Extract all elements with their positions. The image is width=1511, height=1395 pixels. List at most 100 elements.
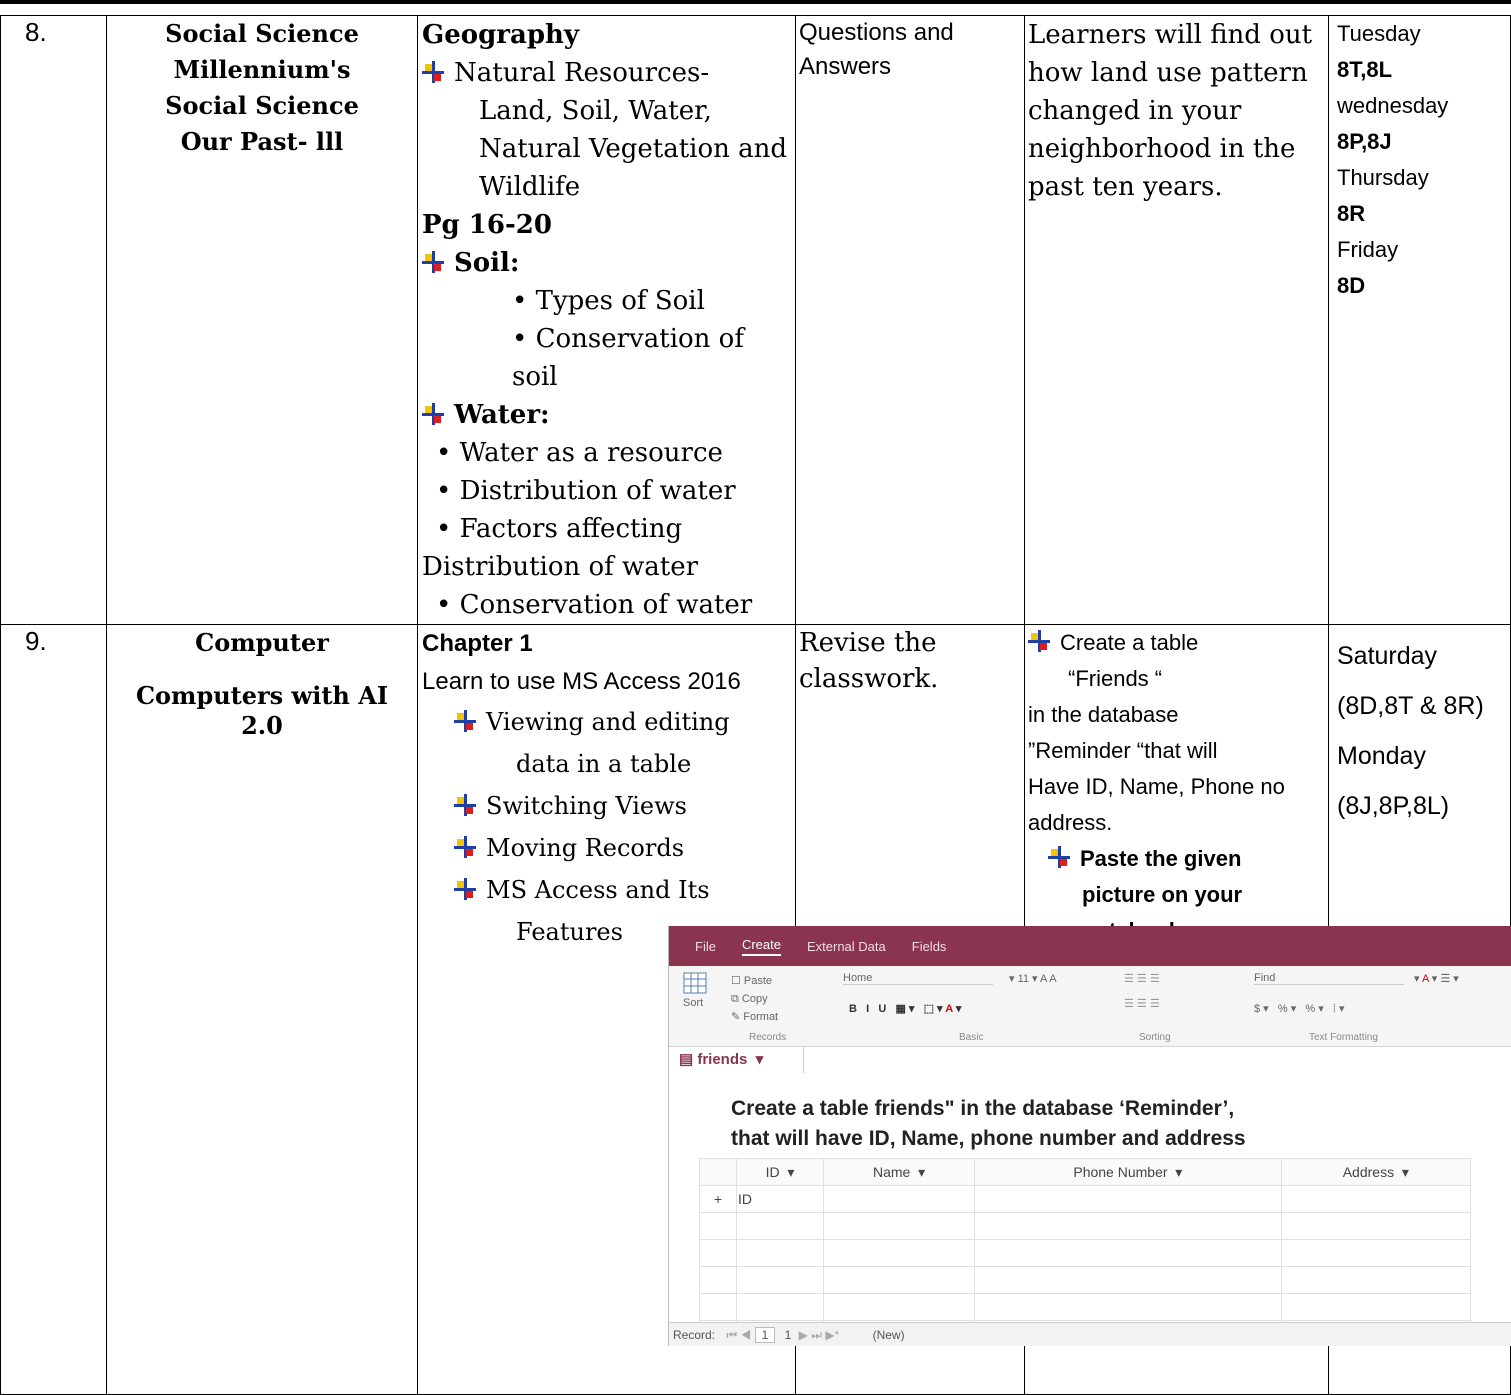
tab-external-data: External Data — [806, 938, 886, 954]
subject-line: Computers with AI — [135, 681, 389, 710]
homework-line: in the database — [1028, 702, 1179, 727]
table-row — [699, 1266, 1472, 1294]
subject-line: Computer — [195, 628, 329, 657]
classwork-cell: Questions and Answers — [795, 15, 1025, 625]
subject-line: Our Past- lll — [180, 127, 344, 156]
section-list: (8D,8T & 8R) — [1337, 692, 1484, 720]
sort-label: Sort — [683, 997, 704, 1009]
table-row — [699, 1212, 1472, 1240]
ribbon-tabs: File Create External Data Fields — [669, 926, 1511, 966]
table-header-row: ID ▾ Name ▾ Phone Number ▾ Address ▾ — [699, 1158, 1472, 1186]
arrow-bullet-icon — [1048, 846, 1070, 868]
list-item: • Conservation of water — [436, 590, 753, 620]
record-label: Record: — [673, 1328, 716, 1342]
days-cell: Tuesday 8T,8L wednesday 8P,8J Thursday 8… — [1328, 15, 1511, 625]
arrow-bullet-icon — [422, 251, 444, 273]
list-item: • Distribution of water — [436, 476, 736, 506]
homework-cell: Learners will find out how land use patt… — [1024, 15, 1329, 625]
table-row — [699, 1293, 1472, 1321]
topic-item: Natural Resources- — [422, 54, 795, 92]
table-cell: ID — [735, 1185, 825, 1213]
arrow-bullet-icon — [454, 794, 476, 816]
homework-line: picture on your — [1082, 882, 1243, 907]
arrow-bullet-icon — [454, 878, 476, 900]
topic-heading: Chapter 1 — [422, 630, 533, 657]
subject-line: 2.0 — [241, 711, 283, 740]
record-navigator: Record: ⏮ ◀ 1 1 ▶ ⏭ ▶* (New) — [669, 1322, 1511, 1346]
group-label: Records — [749, 1032, 787, 1043]
number-format-buttons: $ ▾ % ▾ % ▾ ⁞ ▾ — [1254, 1003, 1345, 1015]
section-list: 8P,8J — [1337, 129, 1392, 154]
table-row — [699, 1239, 1472, 1267]
homework-line: Create a table — [1028, 625, 1328, 661]
topic-item-continued: Wildlife — [479, 172, 581, 202]
access-datasheet: ID ▾ Name ▾ Phone Number ▾ Address ▾ + I… — [699, 1158, 1472, 1346]
column-header: Phone Number ▾ — [974, 1158, 1282, 1186]
section-list: 8T,8L — [1337, 57, 1393, 82]
list-item-continued: Distribution of water — [422, 552, 699, 582]
paste-item: ☐ Paste — [731, 975, 773, 987]
record-total: 1 — [784, 1328, 792, 1342]
nav-arrows-forward: ▶ ⏭ ▶* — [798, 1328, 840, 1342]
column-header: Name ▾ — [823, 1158, 976, 1186]
group-label: Basic — [959, 1032, 984, 1043]
homework-line: neighborhood in the — [1028, 134, 1296, 164]
day-label: Tuesday — [1337, 21, 1421, 46]
section-list: 8D — [1337, 273, 1366, 298]
new-record-label: (New) — [872, 1328, 905, 1342]
table-row-8: 8. Social Science Millennium's Social Sc… — [0, 15, 1511, 625]
subject-line: Social Science — [165, 91, 359, 120]
homework-line: past ten years. — [1028, 172, 1223, 202]
homework-line: “Friends “ — [1068, 666, 1163, 691]
list-item: • Types of Soil — [512, 286, 705, 316]
top-border — [0, 0, 1511, 4]
row-selector-header — [699, 1158, 737, 1186]
homework-line: how land use pattern — [1028, 58, 1308, 88]
day-label: Thursday — [1337, 165, 1429, 190]
topic-subheading: Soil: — [422, 244, 795, 282]
row-number: 8. — [0, 15, 107, 625]
classwork-line: Questions and — [799, 19, 954, 46]
subject-line: Social Science — [165, 19, 359, 48]
font-color-control: ▾ A ▾ ☰ ▾ — [1414, 973, 1459, 985]
records-group: ☐ Paste ⧉ Copy ✎ Format — [731, 972, 778, 1026]
access-screenshot-image: File Create External Data Fields Sort ☐ … — [668, 926, 1511, 1346]
topic-item-continued: data in a table — [516, 750, 692, 778]
homework-line: address. — [1028, 810, 1113, 835]
homework-line: Have ID, Name, Phone no — [1028, 774, 1285, 799]
table-cell — [974, 1185, 1282, 1213]
nav-arrows: ⏮ ◀ — [726, 1328, 752, 1342]
font-name-box: Home — [843, 972, 993, 985]
group-label: Text Formatting — [1309, 1032, 1378, 1043]
align-buttons: ☰ ☰ ☰ ☰ ☰ ☰ — [1124, 973, 1160, 1010]
arrow-bullet-icon — [422, 403, 444, 425]
format-buttons: B I U ▦ ▾ ⬚ ▾ A ▾ — [849, 1003, 962, 1015]
topic-line: Learn to use MS Access 2016 — [422, 668, 741, 695]
subject-cell: Social Science Millennium's Social Scien… — [106, 15, 418, 625]
subject-line: Millennium's — [173, 55, 351, 84]
topic-heading: Geography — [422, 20, 580, 50]
homework-line: changed in your — [1028, 96, 1242, 126]
list-item: • Conservation of soil — [512, 324, 744, 392]
classwork-line: Revise the — [799, 628, 937, 658]
topic-item: Moving Records — [422, 827, 795, 869]
arrow-bullet-icon — [422, 61, 444, 83]
group-label: Sorting — [1139, 1032, 1171, 1043]
arrow-bullet-icon — [454, 710, 476, 732]
table-cell — [1280, 1185, 1472, 1213]
row-number: 9. — [0, 624, 107, 1395]
topic-item: MS Access and Its — [422, 869, 795, 911]
table-cell — [823, 1185, 976, 1213]
caption-line: that will have ID, Name, phone number an… — [731, 1127, 1246, 1150]
tab-create: Create — [741, 937, 781, 956]
object-tab-strip: ▤ friends ▾ — [669, 1047, 1511, 1075]
ribbon: Sort ☐ Paste ⧉ Copy ✎ Format Records Hom… — [669, 966, 1511, 1047]
topic-item-continued: Land, Soil, Water, — [479, 96, 712, 126]
topic-subheading: Water: — [422, 396, 795, 434]
font-size-box: ▾ 11 ▾ A A — [1009, 973, 1057, 985]
arrow-bullet-icon — [1028, 630, 1050, 652]
format-item: ✎ Format — [731, 1011, 779, 1023]
column-header: ID ▾ — [735, 1158, 825, 1186]
day-label: Friday — [1337, 237, 1399, 262]
topic-item: Viewing and editing — [422, 701, 795, 743]
